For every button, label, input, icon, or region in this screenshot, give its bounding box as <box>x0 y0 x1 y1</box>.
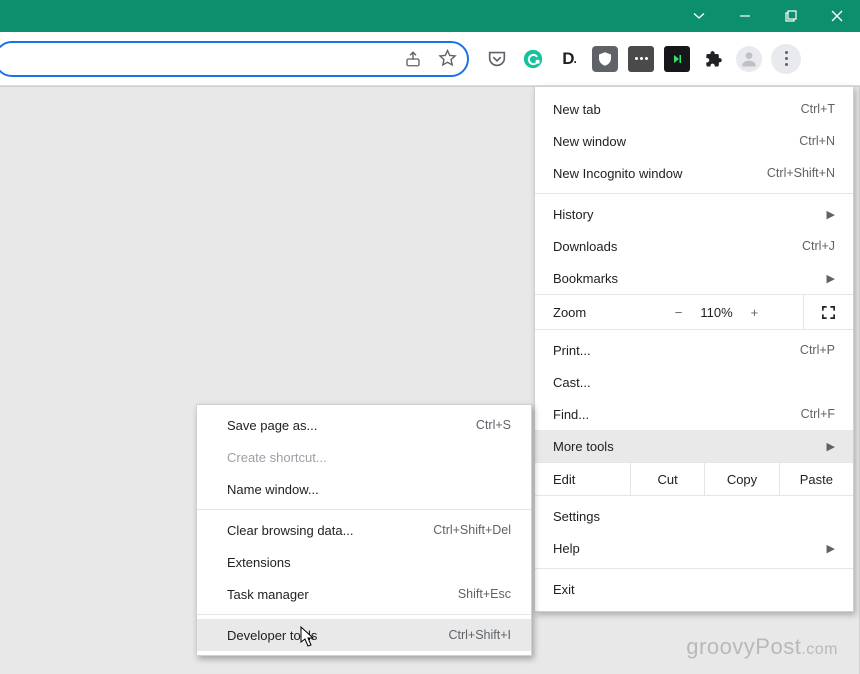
extension-icon-play[interactable] <box>664 46 690 72</box>
submenu-developer-tools[interactable]: Developer tools Ctrl+Shift+I <box>197 619 531 651</box>
menu-print[interactable]: Print... Ctrl+P <box>535 334 853 366</box>
watermark-text: groovyPost <box>686 634 801 659</box>
cut-button[interactable]: Cut <box>630 463 704 495</box>
menu-more-tools[interactable]: More tools ▶ <box>535 430 853 462</box>
menu-item-label: New window <box>553 134 626 149</box>
menu-item-label: Name window... <box>227 482 319 497</box>
minimize-button[interactable] <box>722 0 768 32</box>
menu-item-label: New tab <box>553 102 601 117</box>
submenu-caret-icon: ▶ <box>827 440 835 453</box>
pocket-extension-icon[interactable] <box>484 46 510 72</box>
watermark-ext: .com <box>801 641 838 658</box>
menu-item-label: Cast... <box>553 375 591 390</box>
extensions-puzzle-icon[interactable] <box>700 46 726 72</box>
edit-label: Edit <box>535 472 630 487</box>
zoom-label: Zoom <box>535 305 630 320</box>
close-button[interactable] <box>814 0 860 32</box>
bookmark-star-icon[interactable] <box>437 49 457 69</box>
menu-item-shortcut: Ctrl+F <box>801 407 835 421</box>
menu-item-shortcut: Ctrl+Shift+Del <box>433 523 511 537</box>
submenu-task-manager[interactable]: Task manager Shift+Esc <box>197 578 531 610</box>
fullscreen-button[interactable] <box>803 295 853 329</box>
menu-separator <box>197 509 531 510</box>
submenu-name-window[interactable]: Name window... <box>197 473 531 505</box>
menu-new-incognito[interactable]: New Incognito window Ctrl+Shift+N <box>535 157 853 189</box>
menu-item-shortcut: Shift+Esc <box>458 587 511 601</box>
submenu-clear-browsing-data[interactable]: Clear browsing data... Ctrl+Shift+Del <box>197 514 531 546</box>
menu-item-shortcut: Ctrl+T <box>801 102 835 116</box>
menu-item-shortcut: Ctrl+Shift+I <box>448 628 511 642</box>
ublock-extension-icon[interactable] <box>592 46 618 72</box>
menu-downloads[interactable]: Downloads Ctrl+J <box>535 230 853 262</box>
menu-item-label: Bookmarks <box>553 271 618 286</box>
menu-zoom-row: Zoom − 110% + <box>535 294 853 330</box>
menu-item-label: Task manager <box>227 587 309 602</box>
menu-history[interactable]: History ▶ <box>535 198 853 230</box>
extension-icon-dots[interactable] <box>628 46 654 72</box>
menu-item-label: More tools <box>553 439 614 454</box>
menu-item-shortcut: Ctrl+Shift+N <box>767 166 835 180</box>
grammarly-extension-icon[interactable] <box>520 46 546 72</box>
menu-item-shortcut: Ctrl+N <box>799 134 835 148</box>
window-titlebar <box>0 0 860 32</box>
copy-button[interactable]: Copy <box>704 463 778 495</box>
menu-find[interactable]: Find... Ctrl+F <box>535 398 853 430</box>
chrome-main-menu: New tab Ctrl+T New window Ctrl+N New Inc… <box>534 86 854 612</box>
browser-toolbar: D. <box>0 32 860 86</box>
menu-item-label: New Incognito window <box>553 166 682 181</box>
menu-item-label: Help <box>553 541 580 556</box>
menu-item-label: Find... <box>553 407 589 422</box>
menu-item-label: Exit <box>553 582 575 597</box>
duckduckgo-extension-icon[interactable]: D. <box>556 46 582 72</box>
menu-item-shortcut: Ctrl+S <box>476 418 511 432</box>
submenu-create-shortcut: Create shortcut... <box>197 441 531 473</box>
menu-cast[interactable]: Cast... <box>535 366 853 398</box>
menu-edit-row: Edit Cut Copy Paste <box>535 462 853 496</box>
zoom-in-button[interactable]: + <box>751 305 759 320</box>
paste-button[interactable]: Paste <box>779 463 853 495</box>
menu-item-label: Developer tools <box>227 628 317 643</box>
zoom-out-button[interactable]: − <box>675 305 683 320</box>
chrome-menu-button[interactable] <box>771 44 801 74</box>
menu-item-label: Save page as... <box>227 418 317 433</box>
submenu-caret-icon: ▶ <box>827 208 835 221</box>
menu-item-label: History <box>553 207 593 222</box>
address-bar[interactable] <box>0 41 469 77</box>
menu-help[interactable]: Help ▶ <box>535 532 853 564</box>
menu-separator <box>535 193 853 194</box>
menu-exit[interactable]: Exit <box>535 573 853 605</box>
menu-item-label: Create shortcut... <box>227 450 327 465</box>
share-icon[interactable] <box>403 49 423 69</box>
menu-item-label: Extensions <box>227 555 291 570</box>
more-tools-submenu: Save page as... Ctrl+S Create shortcut..… <box>196 404 532 656</box>
submenu-caret-icon: ▶ <box>827 542 835 555</box>
submenu-save-page[interactable]: Save page as... Ctrl+S <box>197 409 531 441</box>
menu-item-label: Settings <box>553 509 600 524</box>
menu-separator <box>197 614 531 615</box>
menu-item-shortcut: Ctrl+J <box>802 239 835 253</box>
profile-avatar[interactable] <box>736 46 762 72</box>
submenu-extensions[interactable]: Extensions <box>197 546 531 578</box>
menu-new-tab[interactable]: New tab Ctrl+T <box>535 93 853 125</box>
menu-item-label: Print... <box>553 343 591 358</box>
tab-dropdown-button[interactable] <box>676 0 722 32</box>
zoom-value: 110% <box>700 305 732 320</box>
menu-new-window[interactable]: New window Ctrl+N <box>535 125 853 157</box>
menu-bookmarks[interactable]: Bookmarks ▶ <box>535 262 853 294</box>
submenu-caret-icon: ▶ <box>827 272 835 285</box>
menu-item-label: Clear browsing data... <box>227 523 353 538</box>
menu-separator <box>535 568 853 569</box>
menu-item-label: Downloads <box>553 239 617 254</box>
watermark: groovyPost.com <box>686 634 838 660</box>
maximize-button[interactable] <box>768 0 814 32</box>
menu-settings[interactable]: Settings <box>535 500 853 532</box>
menu-item-shortcut: Ctrl+P <box>800 343 835 357</box>
